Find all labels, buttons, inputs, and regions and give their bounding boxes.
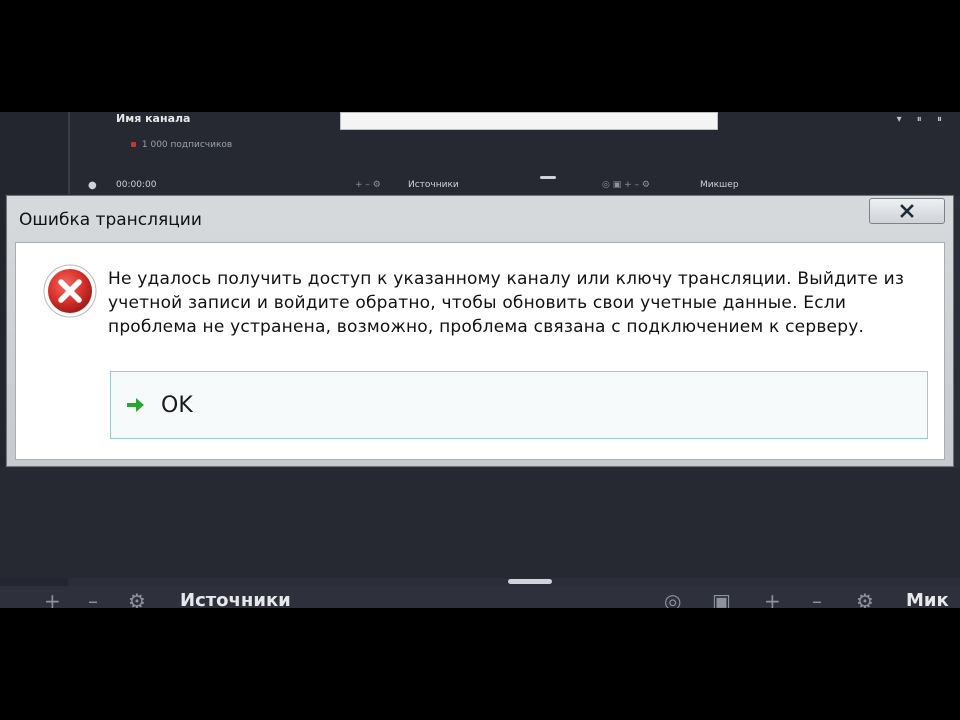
lower-panel xyxy=(0,468,960,578)
resize-handle-top[interactable] xyxy=(540,176,556,179)
audio-icon[interactable]: ◎ xyxy=(664,590,681,608)
live-dot-icon xyxy=(131,142,136,147)
sources-title: Источники xyxy=(180,590,291,608)
panel-header-row: ● 00:00:00 + – ⚙ Источники ◎ ▣ + – ⚙ Мик… xyxy=(0,178,960,196)
close-button[interactable] xyxy=(869,198,945,224)
resize-handle[interactable] xyxy=(508,579,552,584)
record-dot-icon: ● xyxy=(88,180,97,191)
add-mixer-icon[interactable]: + xyxy=(764,590,781,608)
source-settings-icon[interactable]: ⚙ xyxy=(128,590,146,608)
mixer-title: Мик xyxy=(906,590,949,608)
close-icon xyxy=(900,204,914,218)
error-dialog: Ошибка трансляции Не удалось получить до… xyxy=(6,195,954,467)
timer-label: 00:00:00 xyxy=(116,180,157,190)
dialog-title: Ошибка трансляции xyxy=(19,210,202,230)
sources-controls-icon[interactable]: + – ⚙ xyxy=(355,180,381,190)
error-icon xyxy=(43,264,97,318)
docks-bar: + – ⚙ Источники ◎ ▣ + – ⚙ Мик xyxy=(0,586,960,608)
top-right-controls[interactable]: ▾ ⏸ ⏸ xyxy=(897,114,948,125)
mixer-header-small: Микшер xyxy=(700,180,739,190)
mixer-settings-icon[interactable]: ⚙ xyxy=(856,590,874,608)
green-arrow-icon xyxy=(127,398,144,412)
sources-header-small: Источники xyxy=(408,180,459,190)
add-source-icon[interactable]: + xyxy=(44,590,61,608)
channel-name-label: Имя канала xyxy=(116,112,191,125)
dialog-content: Не удалось получить доступ к указанному … xyxy=(15,242,945,460)
ok-label: OK xyxy=(161,392,193,418)
folder-icon[interactable]: ▣ xyxy=(712,590,731,608)
subscribers-label: 1 000 подписчиков xyxy=(141,140,233,150)
subscribers-text: 1 000 подписчиков xyxy=(128,140,232,150)
remove-source-icon[interactable]: – xyxy=(88,590,98,608)
ok-button[interactable]: OK xyxy=(110,371,928,439)
mixer-controls-icon[interactable]: ◎ ▣ + – ⚙ xyxy=(602,180,650,190)
stream-title-input[interactable] xyxy=(340,112,718,130)
error-message: Не удалось получить доступ к указанному … xyxy=(108,269,905,337)
screen: Имя канала 1 000 подписчиков ▾ ⏸ ⏸ ● 00:… xyxy=(0,0,960,720)
remove-mixer-icon[interactable]: – xyxy=(812,590,822,608)
